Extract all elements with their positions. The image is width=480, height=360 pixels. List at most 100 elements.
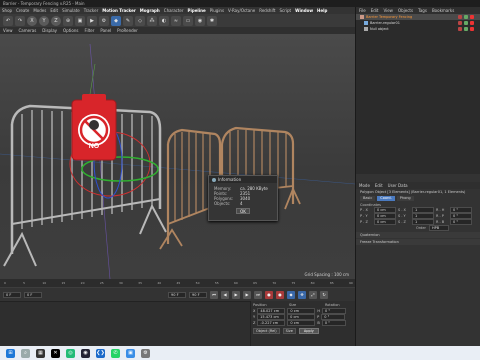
- render-view-icon[interactable]: ▶: [87, 15, 97, 26]
- enable-tag-icon[interactable]: [464, 27, 468, 31]
- menu-shop[interactable]: Shop: [2, 8, 12, 13]
- play-icon[interactable]: ▶: [232, 290, 240, 299]
- end-frame-field-2[interactable]: 90 F: [189, 291, 207, 298]
- tab-basic[interactable]: Basic: [360, 196, 376, 201]
- go-end-icon[interactable]: ⏭: [254, 290, 262, 299]
- viewport-menu-filter[interactable]: Filter: [84, 28, 94, 33]
- material-tag-icon[interactable]: [470, 15, 474, 19]
- array-icon[interactable]: ⁂: [147, 15, 157, 26]
- coord-mode-dropdown[interactable]: Object (Rel): [253, 328, 280, 334]
- material-tag-icon[interactable]: [470, 21, 474, 25]
- menu-pipeline[interactable]: Pipeline: [188, 8, 206, 13]
- 3d-viewport[interactable]: NO Grid Spacing : 100 cm Information Mem…: [0, 34, 355, 279]
- undo-icon[interactable]: ↶: [3, 15, 13, 26]
- order-dropdown[interactable]: HPB: [428, 225, 449, 231]
- whatsapp-icon[interactable]: ✆: [111, 348, 120, 358]
- visibility-tag-icon[interactable]: [458, 15, 462, 19]
- widgets-icon[interactable]: ▦: [36, 348, 45, 358]
- menu-character[interactable]: Character: [164, 8, 184, 13]
- settings-icon[interactable]: ⚙: [141, 348, 150, 358]
- photos-icon[interactable]: ▣: [126, 348, 135, 358]
- start-frame-field[interactable]: 0 F: [3, 291, 21, 298]
- enable-tag-icon[interactable]: [464, 21, 468, 25]
- menu-help[interactable]: Help: [317, 8, 327, 13]
- material-manager[interactable]: [0, 301, 250, 346]
- section-freeze-transformation[interactable]: Freeze Transformation: [356, 239, 480, 245]
- material-tag-icon[interactable]: [470, 27, 474, 31]
- om-menu-file[interactable]: File: [359, 8, 366, 13]
- menu-script[interactable]: Script: [279, 8, 291, 13]
- tab-phong[interactable]: Phong: [396, 196, 414, 201]
- x-app-icon[interactable]: ✕: [51, 348, 60, 358]
- section-quaternion[interactable]: Quaternion: [356, 232, 480, 238]
- keyframe-icon[interactable]: ◆: [287, 290, 295, 299]
- chrome-icon[interactable]: ◎: [66, 348, 75, 358]
- end-frame-field[interactable]: 90 F: [168, 291, 186, 298]
- world-coord-icon[interactable]: ⊕: [63, 15, 73, 26]
- enable-tag-icon[interactable]: [464, 15, 468, 19]
- size-z-field[interactable]: 0 cm: [287, 320, 316, 326]
- viewport-menu-display[interactable]: Display: [42, 28, 57, 33]
- scale-key-icon[interactable]: ⤢: [309, 290, 317, 299]
- object-list[interactable]: Barrier Temporary Fencing Barrier-regula…: [356, 14, 480, 174]
- om-menu-view[interactable]: View: [383, 8, 393, 13]
- start-frame-field-2[interactable]: 0 F: [24, 291, 42, 298]
- menu-mograph[interactable]: Mograph: [140, 8, 160, 13]
- viewport-menu-prorender[interactable]: ProRender: [117, 28, 138, 33]
- z-axis-icon[interactable]: Z: [51, 15, 61, 26]
- go-start-icon[interactable]: ⏮: [210, 290, 218, 299]
- record-icon[interactable]: ●: [265, 290, 273, 299]
- redo-icon[interactable]: ↷: [15, 15, 25, 26]
- visibility-tag-icon[interactable]: [458, 21, 462, 25]
- vscode-icon[interactable]: ❮❯: [96, 348, 105, 358]
- search-icon[interactable]: ⌕: [21, 348, 30, 358]
- apply-button[interactable]: Apply: [298, 328, 319, 334]
- am-menu-mode[interactable]: Mode: [359, 183, 370, 188]
- timeline[interactable]: 0 5 10 15 20 25 30 35 40 45 50 55 60 65 70 75 80 85 90 0 F…: [0, 279, 355, 301]
- ok-button[interactable]: OK: [236, 208, 250, 214]
- menu-motion-tracker[interactable]: Motion Tracker: [102, 8, 136, 13]
- menu-plugins[interactable]: Plugins: [210, 8, 224, 13]
- menu-create[interactable]: Create: [16, 8, 29, 13]
- rot-b-field[interactable]: 0 °: [450, 219, 472, 225]
- menu-vray-octane[interactable]: V-Ray/Octane: [228, 8, 255, 13]
- menu-window[interactable]: Window: [295, 8, 313, 13]
- x-axis-icon[interactable]: X: [27, 15, 37, 26]
- menu-redshift[interactable]: Redshift: [259, 8, 275, 13]
- viewport-menu-cameras[interactable]: Cameras: [19, 28, 37, 33]
- menu-edit[interactable]: Edit: [50, 8, 58, 13]
- size-mode-dropdown[interactable]: Size: [282, 328, 296, 334]
- cube-icon[interactable]: ◆: [111, 15, 121, 26]
- render-settings-icon[interactable]: ⚙: [99, 15, 109, 26]
- om-menu-bookmarks[interactable]: Bookmarks: [432, 8, 454, 13]
- am-menu-edit[interactable]: Edit: [375, 183, 383, 188]
- cinema4d-icon[interactable]: ◉: [81, 348, 90, 358]
- om-menu-tags[interactable]: Tags: [418, 8, 427, 13]
- deformer-icon[interactable]: ≈: [171, 15, 181, 26]
- subdivision-icon[interactable]: ◇: [135, 15, 145, 26]
- menu-simulate[interactable]: Simulate: [62, 8, 80, 13]
- camera-icon[interactable]: ◉: [195, 15, 205, 26]
- menu-modes[interactable]: Modes: [33, 8, 46, 13]
- tab-coord[interactable]: Coord.: [377, 196, 395, 201]
- rotation-key-icon[interactable]: ↻: [320, 290, 328, 299]
- y-axis-icon[interactable]: Y: [39, 15, 49, 26]
- am-menu-user-data[interactable]: User Data: [388, 183, 408, 188]
- position-z-field[interactable]: -0.227 cm: [257, 320, 286, 326]
- pen-icon[interactable]: ✎: [123, 15, 133, 26]
- prev-frame-icon[interactable]: ◀: [221, 290, 229, 299]
- light-icon[interactable]: ✱: [207, 15, 217, 26]
- position-key-icon[interactable]: ✥: [298, 290, 306, 299]
- viewport-menu-options[interactable]: Options: [63, 28, 78, 33]
- next-frame-icon[interactable]: ▶: [243, 290, 251, 299]
- timeline-ruler[interactable]: 0 5 10 15 20 25 30 35 40 45 50 55 60 65 70 75 80 85 90: [0, 279, 355, 288]
- auto-key-icon[interactable]: ●: [276, 290, 284, 299]
- floor-icon[interactable]: ▭: [183, 15, 193, 26]
- om-menu-objects[interactable]: Objects: [398, 8, 413, 13]
- pos-z-field[interactable]: 0 cm: [374, 219, 396, 225]
- windows-start-icon[interactable]: ⊞: [6, 348, 15, 358]
- visibility-tag-icon[interactable]: [458, 27, 462, 31]
- rotation-b-field[interactable]: 0 °: [321, 320, 346, 326]
- viewport-menu-view[interactable]: View: [3, 28, 13, 33]
- om-menu-edit[interactable]: Edit: [371, 8, 379, 13]
